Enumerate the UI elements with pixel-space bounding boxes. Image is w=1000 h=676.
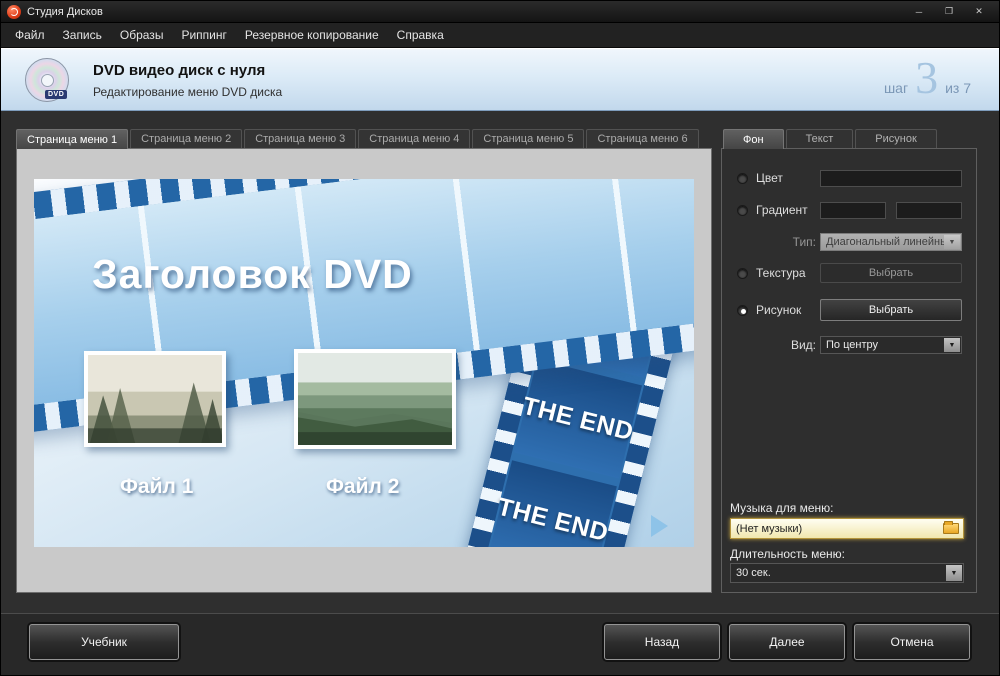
- tab-menu-page-6[interactable]: Страница меню 6: [586, 129, 699, 148]
- radio-picture-label: Рисунок: [756, 303, 802, 317]
- radio-color-label: Цвет: [756, 171, 783, 185]
- app-window: Студия Дисков ─ ❐ ✕ Файл Запись Образы Р…: [0, 0, 1000, 676]
- menu-ripping[interactable]: Риппинг: [172, 24, 235, 46]
- menu-music-input[interactable]: [731, 522, 943, 535]
- menu-music-label: Музыка для меню:: [730, 501, 834, 515]
- menu-duration-dropdown[interactable]: 30 сек. ▼: [730, 563, 964, 583]
- tab-background[interactable]: Фон: [723, 129, 784, 149]
- menu-music-field: [730, 518, 964, 539]
- next-button[interactable]: Далее: [729, 624, 845, 660]
- tab-menu-page-4[interactable]: Страница меню 4: [358, 129, 471, 148]
- film-text: THE END: [519, 391, 637, 446]
- radio-gradient-label: Градиент: [756, 203, 808, 217]
- tab-text[interactable]: Текст: [785, 129, 854, 148]
- menu-duration-label: Длительность меню:: [730, 547, 845, 561]
- window-title: Студия Дисков: [27, 5, 103, 18]
- dvd-disc-icon: DVD: [25, 58, 69, 102]
- dvd-disc-icon-label: DVD: [45, 90, 68, 99]
- menu-thumbnail-file-1[interactable]: [84, 351, 226, 447]
- step-suffix: из 7: [945, 80, 971, 96]
- chevron-down-icon: ▼: [944, 235, 960, 249]
- wizard-header: DVD DVD видео диск с нуля Редактирование…: [1, 48, 999, 111]
- dvd-menu-preview[interactable]: THE END THE END THE END Заголовок DVD: [34, 179, 694, 547]
- chevron-down-icon: ▼: [946, 565, 962, 581]
- tutorial-button[interactable]: Учебник: [29, 624, 179, 660]
- picture-choose-button[interactable]: Выбрать: [820, 299, 962, 321]
- dvd-menu-title[interactable]: Заголовок DVD: [92, 251, 413, 298]
- app-icon: [7, 4, 21, 19]
- maximize-icon[interactable]: ❐: [935, 4, 963, 20]
- footer-bar: Учебник Назад Далее Отмена: [1, 613, 999, 675]
- minimize-icon[interactable]: ─: [905, 4, 933, 20]
- step-prefix: шаг: [883, 80, 909, 96]
- step-indicator: шаг 3 из 7: [884, 55, 971, 101]
- radio-color[interactable]: [737, 173, 748, 184]
- radio-picture[interactable]: [737, 305, 748, 316]
- radio-texture-label: Текстура: [756, 266, 806, 280]
- cancel-button[interactable]: Отмена: [854, 624, 970, 660]
- menubar: Файл Запись Образы Риппинг Резервное коп…: [1, 23, 999, 48]
- color-swatch-field[interactable]: [820, 170, 962, 187]
- play-icon[interactable]: [651, 515, 668, 537]
- menu-help[interactable]: Справка: [388, 24, 453, 46]
- tab-menu-page-1[interactable]: Страница меню 1: [16, 129, 129, 149]
- menu-button-file-2[interactable]: Файл 2: [326, 475, 399, 499]
- picture-view-label: Вид:: [790, 338, 816, 352]
- background-settings-panel: Цвет Градиент Тип: Диагональный линейный…: [721, 148, 977, 593]
- gradient-color-2-field[interactable]: [896, 202, 962, 219]
- radio-texture[interactable]: [737, 268, 748, 279]
- gradient-type-dropdown[interactable]: Диагональный линейный ▼: [820, 233, 962, 251]
- gradient-color-1-field[interactable]: [820, 202, 886, 219]
- picture-view-value: По центру: [826, 339, 878, 351]
- menu-thumbnail-file-2[interactable]: [294, 349, 456, 449]
- menu-page-tabs: Страница меню 1 Страница меню 2 Страница…: [16, 129, 699, 149]
- window-controls: ─ ❐ ✕: [905, 4, 993, 20]
- close-icon[interactable]: ✕: [965, 4, 993, 20]
- menu-preview-panel: THE END THE END THE END Заголовок DVD: [16, 148, 712, 593]
- page-subtitle: Редактирование меню DVD диска: [93, 85, 283, 99]
- page-title: DVD видео диск с нуля: [93, 62, 266, 79]
- radio-gradient[interactable]: [737, 205, 748, 216]
- folder-icon[interactable]: [943, 521, 959, 534]
- gradient-type-label: Тип:: [792, 235, 816, 249]
- gradient-type-value: Диагональный линейный: [826, 236, 955, 248]
- texture-choose-button[interactable]: Выбрать: [820, 263, 962, 283]
- picture-view-dropdown[interactable]: По центру ▼: [820, 336, 962, 354]
- menu-button-file-1[interactable]: Файл 1: [120, 475, 193, 499]
- menu-duration-value: 30 сек.: [736, 567, 771, 579]
- tab-menu-page-3[interactable]: Страница меню 3: [244, 129, 357, 148]
- menu-images[interactable]: Образы: [111, 24, 173, 46]
- menu-burn[interactable]: Запись: [54, 24, 111, 46]
- chevron-down-icon: ▼: [944, 338, 960, 352]
- back-button[interactable]: Назад: [604, 624, 720, 660]
- titlebar: Студия Дисков ─ ❐ ✕: [1, 1, 999, 23]
- step-number: 3: [915, 52, 939, 103]
- tab-picture[interactable]: Рисунок: [855, 129, 937, 148]
- tab-menu-page-5[interactable]: Страница меню 5: [472, 129, 585, 148]
- menu-backup[interactable]: Резервное копирование: [236, 24, 388, 46]
- menu-file[interactable]: Файл: [6, 24, 54, 46]
- tab-menu-page-2[interactable]: Страница меню 2: [130, 129, 243, 148]
- film-text: THE END: [494, 492, 612, 547]
- style-tabs: Фон Текст Рисунок: [723, 129, 937, 149]
